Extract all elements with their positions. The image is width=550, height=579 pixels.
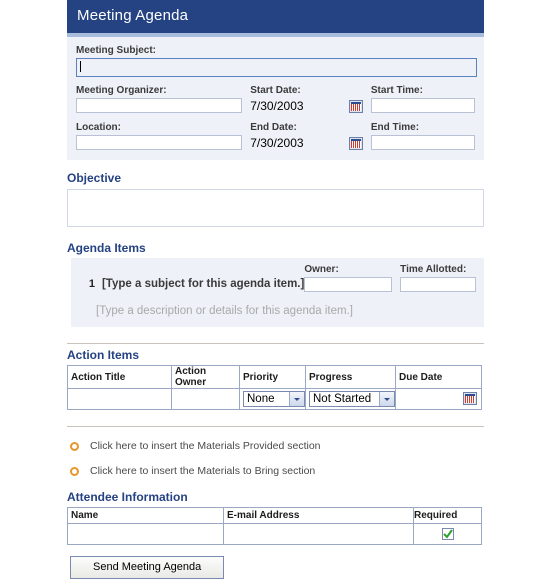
chevron-down-icon[interactable] xyxy=(289,392,304,406)
calendar-icon[interactable] xyxy=(348,99,363,113)
column-header-action-owner: Action Owner xyxy=(171,365,240,389)
agenda-time-group: Time Allotted: xyxy=(400,263,476,292)
location-input[interactable] xyxy=(76,135,243,150)
insert-section-icon xyxy=(70,466,79,476)
column-header-email: E-mail Address xyxy=(223,507,414,524)
calendar-glyph xyxy=(465,394,475,403)
agenda-items-heading: Agenda Items xyxy=(67,241,146,255)
table-row xyxy=(67,523,482,545)
agenda-item-description[interactable]: [Type a description or details for this … xyxy=(71,292,484,317)
objective-section: Objective xyxy=(67,171,484,227)
end-time-label: End Time: xyxy=(370,122,420,133)
action-owner-input[interactable] xyxy=(171,388,240,410)
column-header-name: Name xyxy=(67,507,224,524)
end-time-group: End Time: xyxy=(370,121,475,151)
meeting-row-2: Location: End Date: 7/30/2003 End Time: xyxy=(76,121,475,151)
column-header-priority: Priority xyxy=(239,365,306,389)
insert-materials-provided-label: Click here to insert the Materials Provi… xyxy=(90,440,321,452)
agenda-item-panel: 1 [Type a subject for this agenda item.]… xyxy=(71,258,484,327)
attendee-required-cell xyxy=(413,523,482,545)
attendee-email-input[interactable] xyxy=(223,523,414,545)
agenda-item-subject[interactable]: [Type a subject for this agenda item.] xyxy=(95,278,304,292)
end-time-input[interactable] xyxy=(370,135,475,150)
progress-cell: Not Started xyxy=(305,388,396,410)
end-date-row: 7/30/2003 xyxy=(250,135,363,151)
meeting-subject-label: Meeting Subject: xyxy=(76,45,157,56)
insert-materials-provided-link[interactable]: Click here to insert the Materials Provi… xyxy=(67,440,484,452)
column-header-progress: Progress xyxy=(305,365,396,389)
attendee-information-section: Attendee Information Name E-mail Address… xyxy=(67,490,484,545)
start-date-group: Start Date: 7/30/2003 xyxy=(250,84,363,114)
priority-select[interactable]: None xyxy=(243,391,305,407)
calendar-glyph xyxy=(350,101,361,111)
meeting-subject-group: Meeting Subject: xyxy=(76,44,477,77)
action-items-table: Action Title Action Owner Priority Progr… xyxy=(67,365,482,410)
progress-select[interactable]: Not Started xyxy=(309,391,395,407)
start-time-group: Start Time: xyxy=(370,84,475,114)
meeting-details-panel: Meeting Subject: Meeting Organizer: Star… xyxy=(67,37,484,160)
insert-section-icon xyxy=(70,441,79,451)
priority-cell: None xyxy=(239,388,306,410)
end-date-group: End Date: 7/30/2003 xyxy=(250,121,363,151)
end-date-value[interactable]: 7/30/2003 xyxy=(250,135,349,151)
calendar-icon[interactable] xyxy=(463,392,477,405)
column-header-required: Required xyxy=(413,507,482,524)
end-date-label: End Date: xyxy=(250,122,297,133)
page-title: Meeting Agenda xyxy=(67,0,484,33)
start-date-row: 7/30/2003 xyxy=(250,98,363,114)
objective-heading: Objective xyxy=(67,171,122,185)
action-items-heading: Action Items xyxy=(67,348,140,362)
start-time-label: Start Time: xyxy=(370,85,423,96)
calendar-glyph xyxy=(350,138,361,148)
column-header-due-date: Due Date xyxy=(395,365,482,389)
priority-selected-value: None xyxy=(247,393,275,405)
agenda-time-allotted-label: Time Allotted: xyxy=(400,264,467,275)
start-time-input[interactable] xyxy=(370,98,475,113)
footer-actions: Send Meeting Agenda xyxy=(70,556,484,579)
text-caret xyxy=(80,61,81,72)
table-header-row: Action Title Action Owner Priority Progr… xyxy=(67,365,482,389)
due-date-cell[interactable] xyxy=(395,388,482,410)
objective-textarea[interactable] xyxy=(67,189,484,227)
insert-materials-to-bring-label: Click here to insert the Materials to Br… xyxy=(90,465,316,477)
attendee-information-heading: Attendee Information xyxy=(67,490,188,504)
meeting-agenda-form: Meeting Agenda Meeting Subject: Meeting … xyxy=(67,0,484,579)
agenda-owner-group: Owner: xyxy=(304,263,393,292)
chevron-down-icon[interactable] xyxy=(379,392,394,406)
agenda-item-number: 1 xyxy=(88,278,95,290)
send-meeting-agenda-button[interactable]: Send Meeting Agenda xyxy=(70,556,225,579)
action-items-section: Action Items Action Title Action Owner P… xyxy=(67,348,484,410)
section-separator xyxy=(67,426,484,427)
agenda-items-section: Agenda Items 1 [Type a subject for this … xyxy=(67,241,484,327)
progress-selected-value: Not Started xyxy=(313,393,372,405)
meeting-row-1: Meeting Organizer: Start Date: 7/30/2003… xyxy=(76,84,475,114)
attendee-name-input[interactable] xyxy=(67,523,224,545)
start-date-label: Start Date: xyxy=(250,85,301,96)
meeting-subject-input[interactable] xyxy=(76,58,477,77)
required-checkbox[interactable] xyxy=(441,528,454,540)
start-date-value[interactable]: 7/30/2003 xyxy=(250,98,349,114)
location-group: Location: xyxy=(76,121,243,151)
agenda-time-allotted-input[interactable] xyxy=(400,277,476,292)
location-label: Location: xyxy=(76,122,121,133)
agenda-item-header: 1 [Type a subject for this agenda item.]… xyxy=(71,263,484,292)
attendee-table: Name E-mail Address Required xyxy=(67,507,482,545)
meeting-organizer-group: Meeting Organizer: xyxy=(76,84,243,114)
meeting-organizer-input[interactable] xyxy=(76,98,243,113)
calendar-icon[interactable] xyxy=(348,136,363,150)
action-title-input[interactable] xyxy=(67,388,172,410)
table-row: None Not Started xyxy=(67,388,482,410)
insert-section-links: Click here to insert the Materials Provi… xyxy=(67,440,484,477)
check-icon xyxy=(442,529,453,539)
column-header-action-title: Action Title xyxy=(67,365,172,389)
agenda-owner-input[interactable] xyxy=(304,277,393,292)
agenda-owner-label: Owner: xyxy=(304,264,339,275)
meeting-organizer-label: Meeting Organizer: xyxy=(76,85,167,96)
insert-materials-to-bring-link[interactable]: Click here to insert the Materials to Br… xyxy=(67,465,484,477)
table-header-row: Name E-mail Address Required xyxy=(67,507,482,524)
section-separator xyxy=(67,343,484,344)
